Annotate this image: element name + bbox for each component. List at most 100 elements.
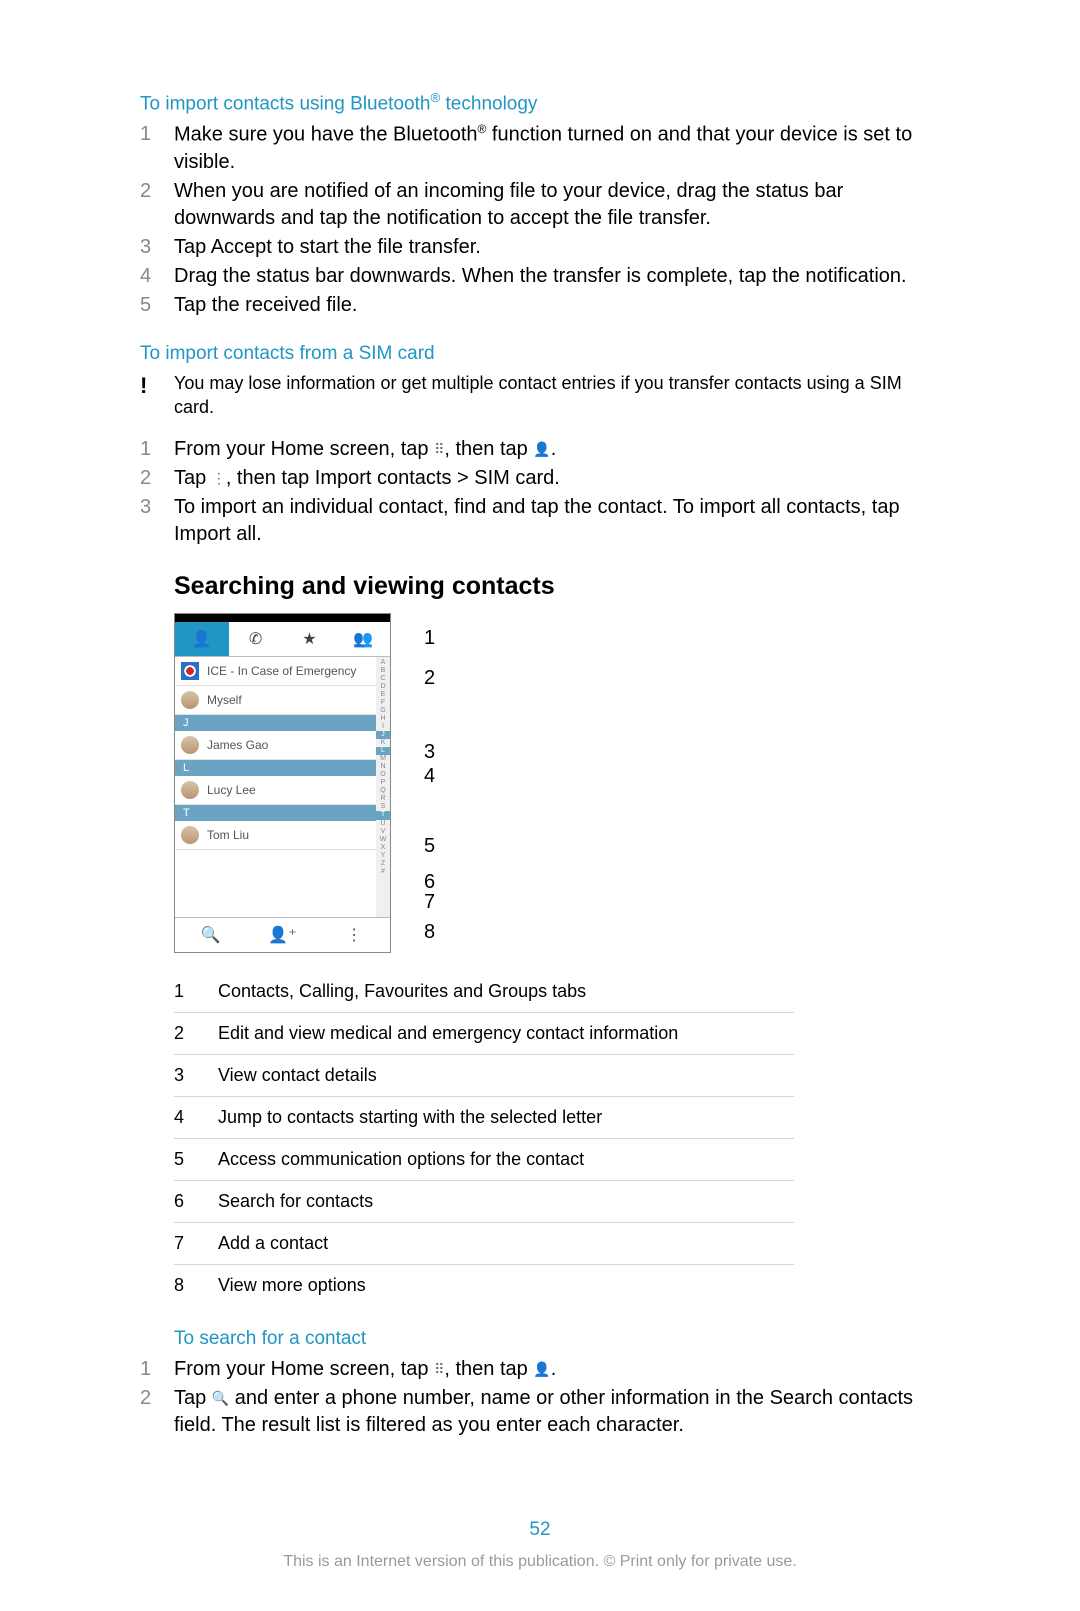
index-letter[interactable]: T [376,811,390,819]
heading-searching: Searching and viewing contacts [174,572,940,601]
contact-row[interactable]: Lucy Lee [175,776,390,805]
alpha-index[interactable]: ABCDEFGHIJKLMNOPQRSTUVWXYZ# [376,657,390,917]
callout-4: 4 [424,765,435,788]
index-letter[interactable]: F [376,699,390,707]
step-item: Drag the status bar downwards. When the … [140,263,940,290]
legend-text: Access communication options for the con… [218,1138,794,1180]
legend-text: Contacts, Calling, Favourites and Groups… [218,971,794,1013]
legend-num: 4 [174,1096,218,1138]
index-letter[interactable]: Q [376,787,390,795]
step-item: From your Home screen, tap ⠿, then tap 👤… [140,436,940,463]
status-bar [175,614,390,622]
legend-num: 7 [174,1222,218,1264]
legend-num: 1 [174,971,218,1013]
index-letter[interactable]: Z [376,860,390,868]
legend-text: Add a contact [218,1222,794,1264]
legend-row: 7Add a contact [174,1222,794,1264]
contact-row[interactable]: James Gao [175,731,390,760]
myself-label: Myself [207,693,242,707]
letter-header: T [175,805,390,821]
avatar [181,826,199,844]
index-letter[interactable]: X [376,844,390,852]
legend-row: 2Edit and view medical and emergency con… [174,1012,794,1054]
legend-row: 1Contacts, Calling, Favourites and Group… [174,971,794,1013]
step-item: Tap 🔍 and enter a phone number, name or … [140,1385,940,1439]
heading-sim: To import contacts from a SIM card [140,343,940,365]
legend-text: View contact details [218,1054,794,1096]
callout-7: 7 [424,891,435,914]
warning-icon: ! [140,371,147,401]
index-letter[interactable]: S [376,803,390,811]
reg-mark: ® [430,90,440,105]
text: To import contacts using Bluetooth [140,93,430,114]
step-item: Tap Accept to start the file transfer. [140,234,940,261]
legend-num: 3 [174,1054,218,1096]
inline-icon: 👤 [533,1360,550,1379]
index-letter[interactable]: D [376,683,390,691]
steps-sim: From your Home screen, tap ⠿, then tap 👤… [140,436,940,548]
tab-favourites[interactable]: ★ [283,622,337,656]
inline-icon: 🔍 [212,1389,229,1408]
steps-search: From your Home screen, tap ⠿, then tap 👤… [140,1356,940,1439]
legend-row: 3View contact details [174,1054,794,1096]
index-letter[interactable]: A [376,659,390,667]
callout-1: 1 [424,627,435,650]
index-letter[interactable]: J [376,731,390,739]
footer-text: This is an Internet version of this publ… [140,1553,940,1571]
heading-search-contact: To search for a contact [174,1328,940,1350]
page-number: 52 [140,1519,940,1541]
legend-text: View more options [218,1264,794,1306]
myself-row[interactable]: Myself [175,686,390,715]
inline-icon: ⠿ [434,1360,444,1379]
contact-row[interactable]: Tom Liu [175,821,390,850]
index-letter[interactable]: R [376,795,390,803]
index-letter[interactable]: L [376,747,390,755]
legend-row: 6Search for contacts [174,1180,794,1222]
tab-contacts[interactable]: 👤 [175,622,229,656]
ice-row[interactable]: ICE - In Case of Emergency [175,657,390,686]
index-letter[interactable]: O [376,771,390,779]
index-letter[interactable]: B [376,667,390,675]
callout-8: 8 [424,921,435,944]
index-letter[interactable]: G [376,707,390,715]
index-letter[interactable]: C [376,675,390,683]
index-letter[interactable]: E [376,691,390,699]
tab-groups[interactable]: 👥 [336,622,390,656]
legend-num: 5 [174,1138,218,1180]
legend-num: 8 [174,1264,218,1306]
bottom-bar: 🔍 👤⁺ ⋮ [175,917,390,952]
steps-bluetooth: Make sure you have the Bluetooth® functi… [140,121,940,319]
index-letter[interactable]: M [376,755,390,763]
search-button[interactable]: 🔍 [175,918,247,952]
index-letter[interactable]: # [376,868,390,876]
callout-2: 2 [424,667,435,690]
contact-name: Lucy Lee [207,783,256,797]
index-letter[interactable]: V [376,828,390,836]
tab-calling[interactable]: ✆ [229,622,283,656]
warning-text: You may lose information or get multiple… [174,373,902,417]
step-item: Tap the received file. [140,292,940,319]
callout-5: 5 [424,835,435,858]
avatar [181,781,199,799]
index-letter[interactable]: Y [376,852,390,860]
index-letter[interactable]: P [376,779,390,787]
tabs: 👤 ✆ ★ 👥 [175,622,390,657]
diagram: 👤 ✆ ★ 👥 ICE - In Case of Emergency Mysel… [174,613,940,953]
text: technology [440,93,537,114]
letter-header: L [175,760,390,776]
index-letter[interactable]: W [376,836,390,844]
legend-num: 2 [174,1012,218,1054]
more-options-button[interactable]: ⋮ [318,918,390,952]
contact-name: Tom Liu [207,828,249,842]
letter-header: J [175,715,390,731]
index-letter[interactable]: K [376,739,390,747]
index-letter[interactable]: H [376,715,390,723]
legend-num: 6 [174,1180,218,1222]
index-letter[interactable]: I [376,723,390,731]
index-letter[interactable]: N [376,763,390,771]
add-contact-button[interactable]: 👤⁺ [247,918,319,952]
legend-text: Edit and view medical and emergency cont… [218,1012,794,1054]
index-letter[interactable]: U [376,820,390,828]
page: To import contacts using Bluetooth® tech… [0,0,1080,1611]
legend-row: 5Access communication options for the co… [174,1138,794,1180]
